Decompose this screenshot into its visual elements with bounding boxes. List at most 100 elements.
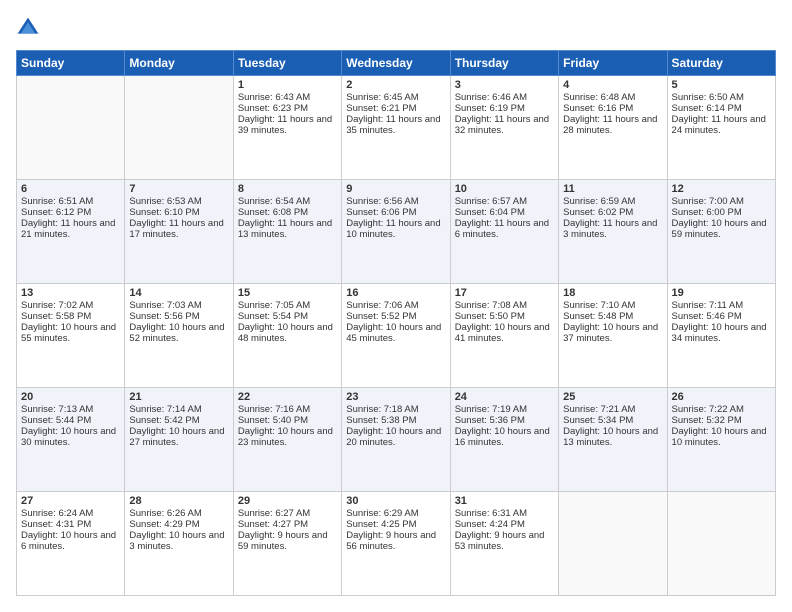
- calendar-cell: 10Sunrise: 6:57 AMSunset: 6:04 PMDayligh…: [450, 180, 558, 284]
- daylight-text: Daylight: 9 hours and 56 minutes.: [346, 530, 445, 552]
- sunset-text: Sunset: 5:56 PM: [129, 311, 228, 322]
- day-number: 3: [455, 79, 554, 91]
- calendar-cell: 17Sunrise: 7:08 AMSunset: 5:50 PMDayligh…: [450, 284, 558, 388]
- daylight-text: Daylight: 9 hours and 53 minutes.: [455, 530, 554, 552]
- daylight-text: Daylight: 10 hours and 37 minutes.: [563, 322, 662, 344]
- day-number: 4: [563, 79, 662, 91]
- calendar-cell: [17, 76, 125, 180]
- logo-icon: [16, 16, 40, 40]
- daylight-text: Daylight: 10 hours and 10 minutes.: [672, 426, 771, 448]
- sunset-text: Sunset: 4:25 PM: [346, 519, 445, 530]
- calendar-header-row: SundayMondayTuesdayWednesdayThursdayFrid…: [17, 51, 776, 76]
- daylight-text: Daylight: 11 hours and 35 minutes.: [346, 114, 445, 136]
- daylight-text: Daylight: 11 hours and 21 minutes.: [21, 218, 120, 240]
- sunrise-text: Sunrise: 6:46 AM: [455, 92, 554, 103]
- day-number: 10: [455, 183, 554, 195]
- sunrise-text: Sunrise: 6:57 AM: [455, 196, 554, 207]
- daylight-text: Daylight: 10 hours and 52 minutes.: [129, 322, 228, 344]
- calendar-cell: 2Sunrise: 6:45 AMSunset: 6:21 PMDaylight…: [342, 76, 450, 180]
- sunrise-text: Sunrise: 6:26 AM: [129, 508, 228, 519]
- sunset-text: Sunset: 6:04 PM: [455, 207, 554, 218]
- sunrise-text: Sunrise: 7:19 AM: [455, 404, 554, 415]
- sunset-text: Sunset: 5:46 PM: [672, 311, 771, 322]
- sunset-text: Sunset: 6:19 PM: [455, 103, 554, 114]
- day-number: 11: [563, 183, 662, 195]
- sunset-text: Sunset: 6:12 PM: [21, 207, 120, 218]
- calendar-week-row: 13Sunrise: 7:02 AMSunset: 5:58 PMDayligh…: [17, 284, 776, 388]
- sunrise-text: Sunrise: 7:00 AM: [672, 196, 771, 207]
- weekday-header: Monday: [125, 51, 233, 76]
- sunset-text: Sunset: 5:34 PM: [563, 415, 662, 426]
- sunrise-text: Sunrise: 7:13 AM: [21, 404, 120, 415]
- page: SundayMondayTuesdayWednesdayThursdayFrid…: [0, 0, 792, 612]
- calendar-cell: 18Sunrise: 7:10 AMSunset: 5:48 PMDayligh…: [559, 284, 667, 388]
- day-number: 17: [455, 287, 554, 299]
- day-number: 8: [238, 183, 337, 195]
- sunset-text: Sunset: 5:50 PM: [455, 311, 554, 322]
- sunrise-text: Sunrise: 6:27 AM: [238, 508, 337, 519]
- sunset-text: Sunset: 5:48 PM: [563, 311, 662, 322]
- day-number: 23: [346, 391, 445, 403]
- day-number: 16: [346, 287, 445, 299]
- day-number: 27: [21, 495, 120, 507]
- day-number: 19: [672, 287, 771, 299]
- daylight-text: Daylight: 9 hours and 59 minutes.: [238, 530, 337, 552]
- calendar-cell: 20Sunrise: 7:13 AMSunset: 5:44 PMDayligh…: [17, 388, 125, 492]
- sunset-text: Sunset: 4:24 PM: [455, 519, 554, 530]
- sunset-text: Sunset: 5:40 PM: [238, 415, 337, 426]
- sunrise-text: Sunrise: 7:10 AM: [563, 300, 662, 311]
- sunset-text: Sunset: 4:31 PM: [21, 519, 120, 530]
- sunrise-text: Sunrise: 6:45 AM: [346, 92, 445, 103]
- sunset-text: Sunset: 6:08 PM: [238, 207, 337, 218]
- daylight-text: Daylight: 10 hours and 34 minutes.: [672, 322, 771, 344]
- weekday-header: Sunday: [17, 51, 125, 76]
- day-number: 13: [21, 287, 120, 299]
- sunrise-text: Sunrise: 7:21 AM: [563, 404, 662, 415]
- calendar-cell: 4Sunrise: 6:48 AMSunset: 6:16 PMDaylight…: [559, 76, 667, 180]
- calendar-cell: [559, 492, 667, 596]
- sunrise-text: Sunrise: 7:11 AM: [672, 300, 771, 311]
- sunset-text: Sunset: 4:27 PM: [238, 519, 337, 530]
- daylight-text: Daylight: 10 hours and 41 minutes.: [455, 322, 554, 344]
- day-number: 2: [346, 79, 445, 91]
- day-number: 12: [672, 183, 771, 195]
- calendar-cell: 13Sunrise: 7:02 AMSunset: 5:58 PMDayligh…: [17, 284, 125, 388]
- sunrise-text: Sunrise: 6:56 AM: [346, 196, 445, 207]
- calendar-cell: 15Sunrise: 7:05 AMSunset: 5:54 PMDayligh…: [233, 284, 341, 388]
- daylight-text: Daylight: 10 hours and 55 minutes.: [21, 322, 120, 344]
- sunset-text: Sunset: 6:14 PM: [672, 103, 771, 114]
- daylight-text: Daylight: 11 hours and 3 minutes.: [563, 218, 662, 240]
- sunrise-text: Sunrise: 6:29 AM: [346, 508, 445, 519]
- daylight-text: Daylight: 10 hours and 13 minutes.: [563, 426, 662, 448]
- sunset-text: Sunset: 6:06 PM: [346, 207, 445, 218]
- sunset-text: Sunset: 5:44 PM: [21, 415, 120, 426]
- calendar-cell: 19Sunrise: 7:11 AMSunset: 5:46 PMDayligh…: [667, 284, 775, 388]
- sunset-text: Sunset: 5:52 PM: [346, 311, 445, 322]
- sunset-text: Sunset: 5:42 PM: [129, 415, 228, 426]
- day-number: 22: [238, 391, 337, 403]
- weekday-header: Tuesday: [233, 51, 341, 76]
- calendar-cell: 5Sunrise: 6:50 AMSunset: 6:14 PMDaylight…: [667, 76, 775, 180]
- day-number: 1: [238, 79, 337, 91]
- calendar-cell: 28Sunrise: 6:26 AMSunset: 4:29 PMDayligh…: [125, 492, 233, 596]
- daylight-text: Daylight: 10 hours and 59 minutes.: [672, 218, 771, 240]
- day-number: 15: [238, 287, 337, 299]
- day-number: 25: [563, 391, 662, 403]
- sunrise-text: Sunrise: 6:50 AM: [672, 92, 771, 103]
- calendar-cell: 30Sunrise: 6:29 AMSunset: 4:25 PMDayligh…: [342, 492, 450, 596]
- calendar-cell: 25Sunrise: 7:21 AMSunset: 5:34 PMDayligh…: [559, 388, 667, 492]
- sunset-text: Sunset: 6:21 PM: [346, 103, 445, 114]
- daylight-text: Daylight: 11 hours and 24 minutes.: [672, 114, 771, 136]
- calendar-cell: 29Sunrise: 6:27 AMSunset: 4:27 PMDayligh…: [233, 492, 341, 596]
- day-number: 26: [672, 391, 771, 403]
- calendar-cell: 1Sunrise: 6:43 AMSunset: 6:23 PMDaylight…: [233, 76, 341, 180]
- sunrise-text: Sunrise: 7:02 AM: [21, 300, 120, 311]
- calendar-cell: 22Sunrise: 7:16 AMSunset: 5:40 PMDayligh…: [233, 388, 341, 492]
- sunrise-text: Sunrise: 7:18 AM: [346, 404, 445, 415]
- day-number: 18: [563, 287, 662, 299]
- header: [16, 16, 776, 40]
- sunrise-text: Sunrise: 6:53 AM: [129, 196, 228, 207]
- calendar-week-row: 20Sunrise: 7:13 AMSunset: 5:44 PMDayligh…: [17, 388, 776, 492]
- daylight-text: Daylight: 10 hours and 27 minutes.: [129, 426, 228, 448]
- daylight-text: Daylight: 11 hours and 17 minutes.: [129, 218, 228, 240]
